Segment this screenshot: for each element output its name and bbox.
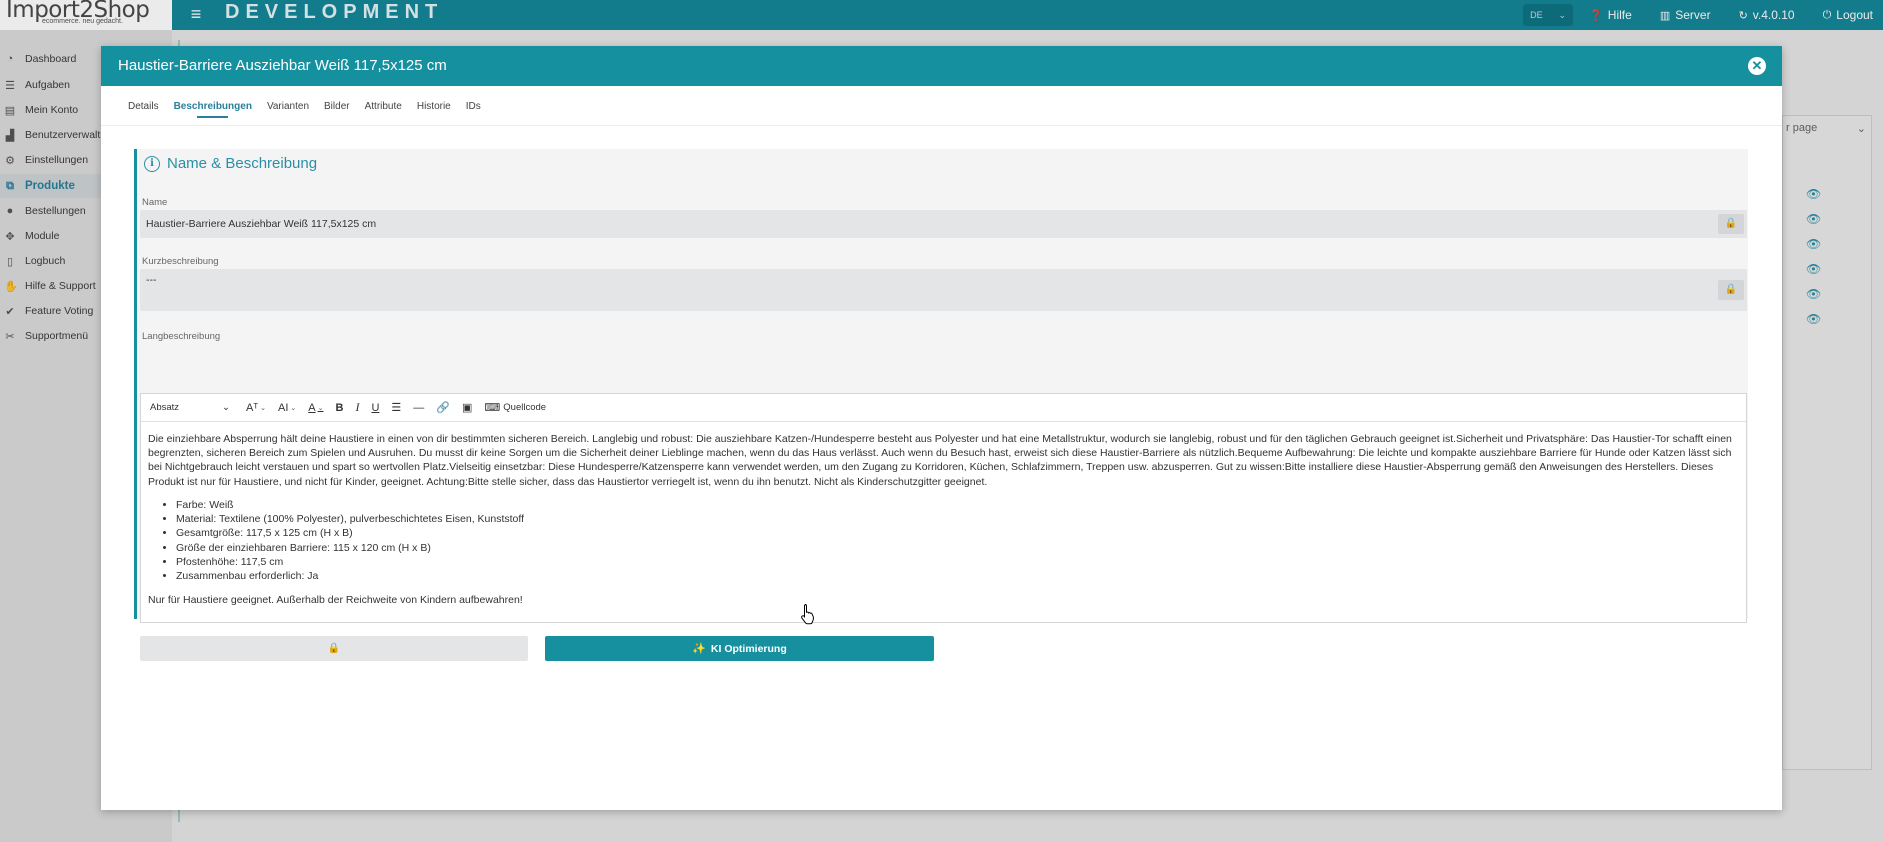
short-description-value: --- (146, 274, 157, 286)
tab-attribute[interactable]: Attribute (365, 101, 402, 118)
list-item: Pfostenhöhe: 117,5 cm (176, 555, 1738, 569)
lock-icon[interactable]: 🔒 (1718, 280, 1744, 300)
tab-varianten[interactable]: Varianten (267, 101, 309, 118)
editor-content[interactable]: Die einziehbare Absperrung hält deine Ha… (148, 432, 1738, 607)
lock-icon[interactable]: 🔒 (1718, 214, 1744, 234)
name-value: Haustier-Barriere Ausziehbar Weiß 117,5x… (146, 218, 377, 230)
list-item: Material: Textilene (100% Polyester), pu… (176, 512, 1738, 526)
name-field[interactable]: Haustier-Barriere Ausziehbar Weiß 117,5x… (140, 210, 1747, 238)
paragraph-format-select[interactable]: Absatz ⌄ (150, 402, 236, 413)
source-code-label: Quellcode (503, 402, 547, 413)
underline-icon[interactable]: U (371, 402, 379, 414)
long-description-label: Langbeschreibung (142, 331, 221, 342)
long-description-editor[interactable]: Absatz ⌄ Aᵀ ⌄ AI ⌄ A ⌄ B I U ☰ — 🔗 ▣ ⌨ Quellc… (140, 393, 1747, 623)
modal-header: Haustier-Barriere Ausziehbar Weiß 117,5x… (101, 46, 1782, 86)
link-icon[interactable]: 🔗 (436, 401, 450, 414)
long-description-lock-button[interactable]: 🔒 (140, 636, 528, 661)
tab-bilder[interactable]: Bilder (324, 101, 350, 118)
bulleted-list-icon[interactable]: ☰ (391, 401, 401, 414)
source-code-icon: ⌨ (484, 402, 501, 414)
tabs-divider (101, 125, 1782, 126)
list-item: Zusammenbau erforderlich: Ja (176, 569, 1738, 583)
font-size-icon[interactable]: Aᵀ ⌄ (246, 402, 266, 414)
name-label: Name (142, 197, 168, 208)
font-color-icon[interactable]: A ⌄ (308, 402, 323, 414)
list-item: Farbe: Weiß (176, 498, 1738, 512)
editor-toolbar: Absatz ⌄ Aᵀ ⌄ AI ⌄ A ⌄ B I U ☰ — 🔗 ▣ ⌨ Quellc… (141, 394, 1746, 422)
chevron-down-icon: ⌄ (222, 402, 230, 413)
italic-icon[interactable]: I (355, 400, 359, 415)
hand-cursor-icon (801, 604, 814, 625)
section-title: i Name & Beschreibung (144, 155, 317, 172)
tab-historie[interactable]: Historie (417, 101, 451, 118)
horizontal-line-icon[interactable]: — (413, 402, 424, 414)
tab-beschreibungen[interactable]: Beschreibungen (174, 101, 252, 118)
media-embed-icon[interactable]: ▣ (462, 401, 472, 414)
short-description-field[interactable]: --- 🔒 (140, 269, 1747, 311)
source-code-button[interactable]: ⌨ Quellcode (484, 401, 546, 414)
product-modal: Haustier-Barriere Ausziehbar Weiß 117,5x… (101, 46, 1782, 810)
modal-title: Haustier-Barriere Ausziehbar Weiß 117,5x… (118, 57, 447, 74)
modal-tabs: Details Beschreibungen Varianten Bilder … (128, 101, 496, 118)
ki-optimization-label: KI Optimierung (710, 642, 787, 655)
name-description-section: i Name & Beschreibung Name Haustier-Barr… (134, 149, 1748, 661)
list-item: Gesamtgröße: 117,5 x 125 cm (H x B) (176, 526, 1738, 540)
short-description-label: Kurzbeschreibung (142, 256, 219, 267)
close-icon[interactable]: ✕ (1748, 57, 1766, 75)
long-description-paragraph: Die einziehbare Absperrung hält deine Ha… (148, 433, 1732, 488)
bold-icon[interactable]: B (335, 402, 343, 414)
lock-icon: 🔒 (327, 643, 341, 654)
closing-note: Nur für Haustiere geeignet. Außerhalb de… (148, 593, 523, 606)
feature-list: Farbe: Weiß Material: Textilene (100% Po… (176, 498, 1738, 584)
tab-details[interactable]: Details (128, 101, 159, 118)
magic-wand-icon: ✨ (692, 643, 706, 655)
list-item: Größe der einziehbaren Barriere: 115 x 1… (176, 541, 1738, 555)
ki-optimization-button[interactable]: ✨ KI Optimierung (545, 636, 934, 661)
tab-ids[interactable]: IDs (466, 101, 481, 118)
text-size-icon[interactable]: AI ⌄ (278, 402, 296, 414)
paragraph-format-value: Absatz (150, 402, 180, 413)
info-icon: i (144, 155, 160, 172)
section-title-text: Name & Beschreibung (167, 155, 318, 172)
